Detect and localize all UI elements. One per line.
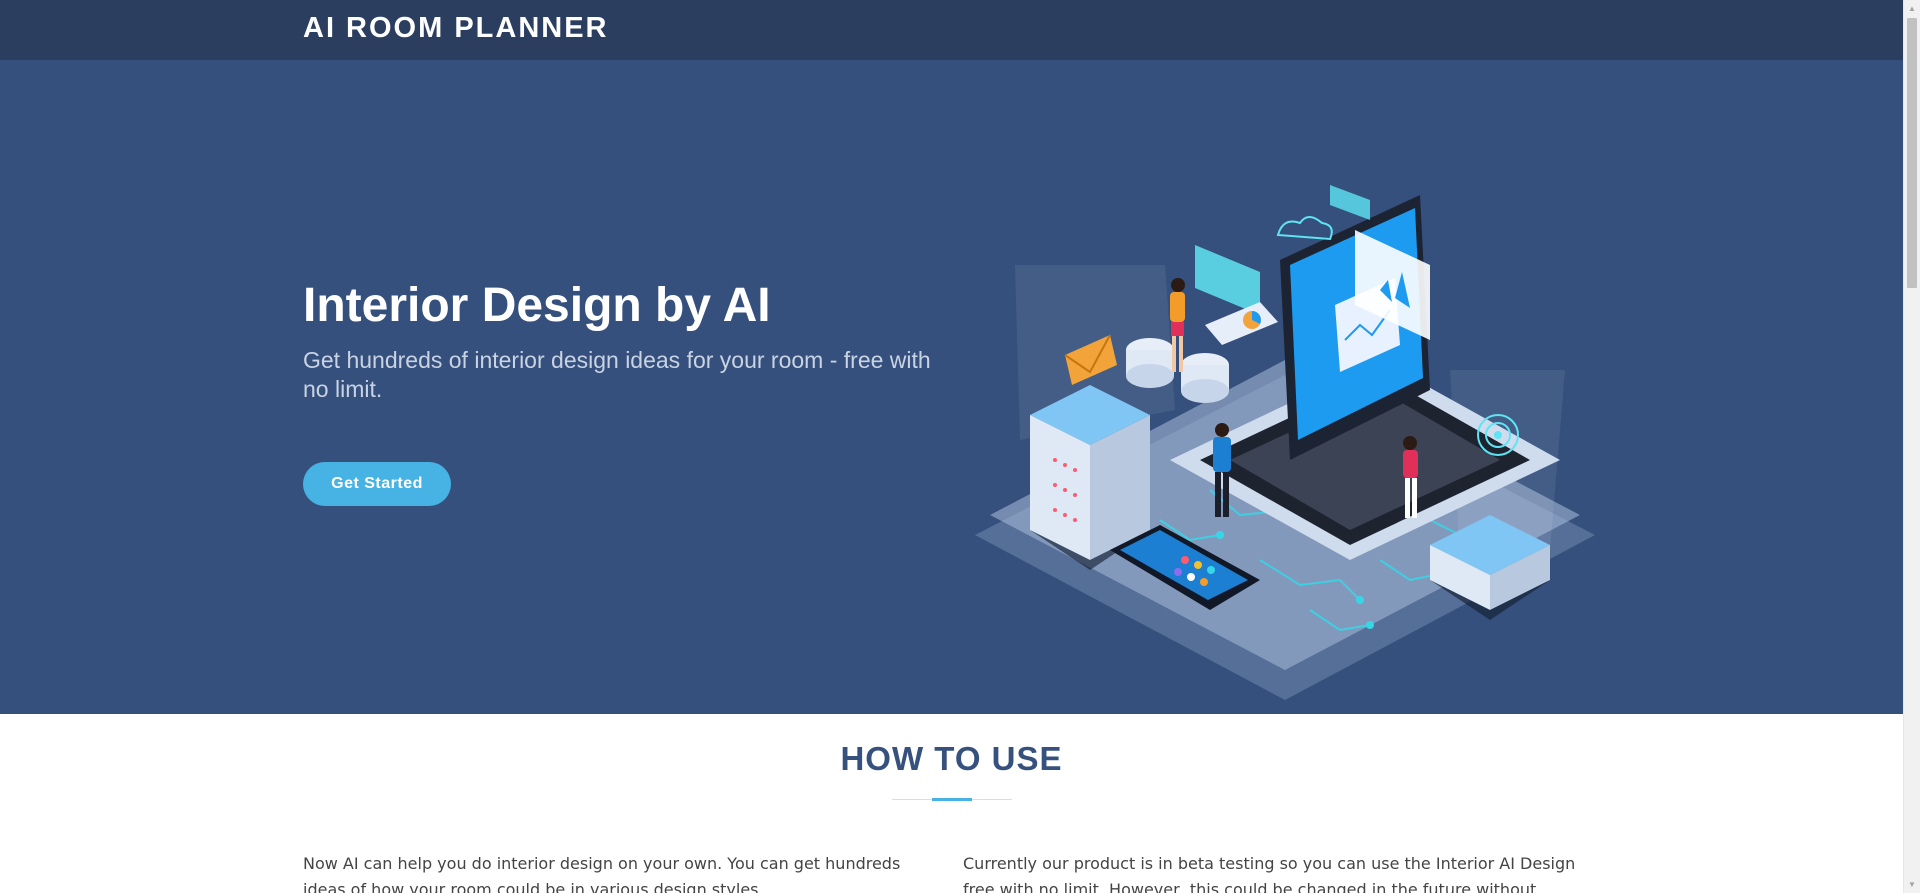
site-logo[interactable]: AI ROOM PLANNER: [303, 12, 609, 45]
how-to-use-left-text: Now AI can help you do interior design o…: [303, 854, 901, 893]
hero-title: Interior Design by AI: [303, 279, 771, 332]
hero-section: Interior Design by AI Get hundreds of in…: [0, 60, 1903, 714]
get-started-button[interactable]: Get Started: [303, 462, 451, 506]
scrollbar-thumb[interactable]: [1907, 18, 1917, 288]
top-navbar: AI ROOM PLANNER: [0, 0, 1903, 60]
hero-subtitle: Get hundreds of interior design ideas fo…: [303, 347, 931, 402]
vertical-scrollbar[interactable]: ▲ ▼: [1903, 0, 1920, 893]
scroll-down-arrow-icon[interactable]: ▼: [1904, 876, 1920, 893]
how-to-use-title: HOW TO USE: [840, 740, 1063, 777]
isometric-tech-illustration-icon: [975, 185, 1595, 700]
page: AI ROOM PLANNER Interior Design by AI Ge…: [0, 0, 1903, 893]
title-divider-accent: [932, 798, 972, 801]
scroll-up-arrow-icon[interactable]: ▲: [1904, 0, 1920, 17]
how-to-use-right-text: Currently our product is in beta testing…: [963, 854, 1576, 893]
